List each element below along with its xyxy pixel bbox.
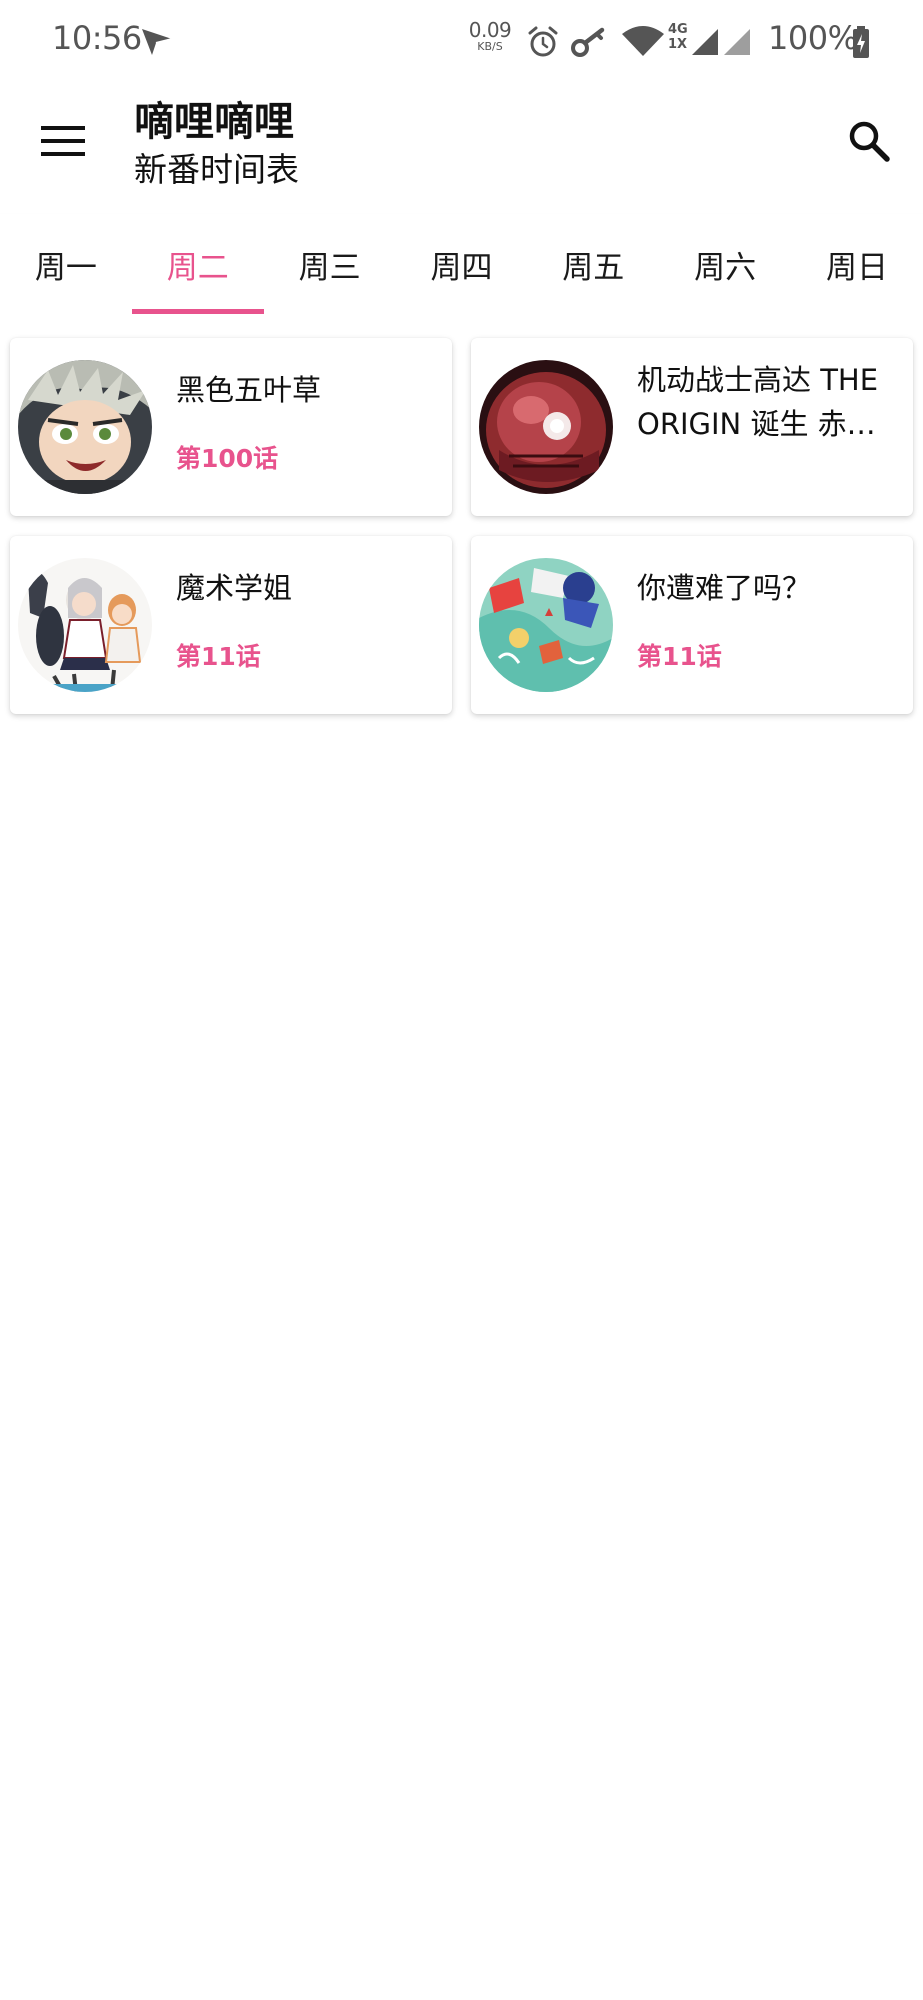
tab-thursday[interactable]: 周四 xyxy=(396,214,528,314)
search-button[interactable] xyxy=(836,108,902,174)
tab-tuesday[interactable]: 周二 xyxy=(132,214,264,314)
title-block: 嘀哩嘀哩 新番时间表 xyxy=(134,96,299,192)
anime-card[interactable]: 魔术学姐 第11话 xyxy=(10,536,452,714)
network-sub-label: 1X xyxy=(668,37,688,52)
signal-icon xyxy=(724,29,750,55)
send-icon xyxy=(142,29,173,55)
tab-wednesday[interactable]: 周三 xyxy=(264,214,396,314)
tab-monday[interactable]: 周一 xyxy=(0,214,132,314)
network-type: 4G 1X xyxy=(668,22,688,52)
anime-title: 魔术学姐 xyxy=(176,571,293,605)
tab-friday[interactable]: 周五 xyxy=(527,214,659,314)
anime-title: 黑色五叶草 xyxy=(176,373,322,407)
anime-cover-image xyxy=(479,558,613,692)
search-icon xyxy=(849,121,890,162)
battery-percent: 100% xyxy=(768,19,858,57)
app-title: 嘀哩嘀哩 xyxy=(134,99,294,145)
schedule-list: 黑色五叶草 第100话 机动战士高达 THE ORIGIN 诞生 赤… 魔术学姐… xyxy=(0,314,923,2000)
anime-cover-image xyxy=(479,360,613,494)
wifi-icon xyxy=(622,26,664,56)
anime-episode: 第11话 xyxy=(176,642,261,671)
vpn-key-icon xyxy=(571,27,605,57)
anime-card[interactable]: 你遭难了吗？ 第11话 xyxy=(471,536,913,714)
anime-cover-image xyxy=(18,558,152,692)
anime-episode: 第100话 xyxy=(176,444,279,473)
app-subtitle: 新番时间表 xyxy=(134,150,299,189)
app-bar: 嘀哩嘀哩 新番时间表 xyxy=(0,84,923,214)
signal-icon xyxy=(692,29,718,55)
anime-card[interactable]: 机动战士高达 THE ORIGIN 诞生 赤… xyxy=(471,338,913,516)
network-type-label: 4G xyxy=(668,22,688,37)
network-speed-unit: KB/S xyxy=(477,40,503,53)
alarm-icon xyxy=(528,26,558,57)
anime-title: 你遭难了吗？ xyxy=(637,571,812,605)
anime-episode: 第11话 xyxy=(637,642,722,671)
tab-saturday[interactable]: 周六 xyxy=(659,214,791,314)
menu-icon xyxy=(41,126,85,156)
anime-title: 机动战士高达 THE ORIGIN 诞生 赤… xyxy=(637,363,879,441)
battery-charging-icon xyxy=(853,26,869,58)
anime-card[interactable]: 黑色五叶草 第100话 xyxy=(10,338,452,516)
status-bar: 10:56 0.09 KB/S 4G 1X 100% xyxy=(0,0,923,84)
menu-button[interactable] xyxy=(30,108,96,174)
network-speed: 0.09 KB/S xyxy=(467,19,513,53)
tab-sunday[interactable]: 周日 xyxy=(791,214,923,314)
weekday-tabs: 周一 周二 周三 周四 周五 周六 周日 xyxy=(0,214,923,314)
status-time: 10:56 xyxy=(52,19,142,57)
network-speed-value: 0.09 xyxy=(468,18,512,42)
anime-cover-image xyxy=(18,360,152,494)
